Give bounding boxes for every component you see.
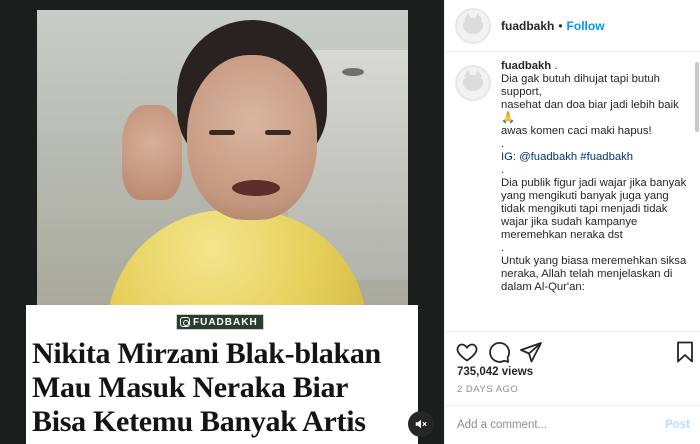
caption-hashtag-line[interactable]: IG: @fuadbakh #fuadbakh (501, 151, 692, 164)
speaker-muted-icon (415, 419, 427, 429)
follow-button[interactable]: Follow (567, 19, 605, 33)
caption-line: yang mengikuti banyak juga yang (501, 190, 669, 202)
post-comment-button[interactable]: Post (665, 419, 690, 431)
ceiling-lamp (342, 68, 364, 76)
caption-text: fuadbakh . Dia gak butuh dihujat tapi bu… (501, 60, 692, 332)
person-eye-right (265, 130, 291, 135)
caption-line: . (501, 138, 505, 150)
caption-line: Dia publik figur jadi wajar jika banyak (501, 177, 687, 189)
caption-username[interactable]: fuadbakh (501, 60, 551, 72)
cat-avatar-icon (463, 70, 483, 91)
comment-form: Add a comment... Post (445, 405, 700, 444)
caption-section: fuadbakh . Dia gak butuh dihujat tapi bu… (455, 60, 692, 332)
caption-line: dalam Al-Qur'an: (501, 281, 585, 293)
video-frame[interactable] (37, 10, 408, 305)
caption-line: awas komen caci maki hapus! (501, 125, 652, 137)
caption-scrollbar[interactable] (695, 62, 699, 132)
post-sidebar: fuadbakh • Follow fuadbakh . Dia gak but… (444, 0, 700, 444)
post-header: fuadbakh • Follow (445, 0, 700, 52)
caption-line: meremehkan neraka dst (501, 229, 623, 241)
mute-button[interactable] (408, 411, 434, 437)
views-count[interactable]: 735,042 views (457, 366, 533, 378)
instagram-icon (180, 317, 190, 327)
headline-line: Bisa Ketemu Banyak Artis (32, 405, 366, 438)
comment-icon[interactable] (487, 340, 511, 364)
caption-line: support, (501, 86, 542, 98)
caption-line: wajar jika sudah kampanye (501, 216, 638, 228)
person-eye-left (209, 130, 235, 135)
cat-avatar-icon (463, 12, 483, 34)
person-mouth (232, 180, 280, 196)
headline-line: Nikita Mirzani Blak-blakan (32, 337, 381, 370)
brand-tag-label: FUADBAKH (193, 316, 258, 328)
heart-icon[interactable] (455, 340, 479, 364)
post-timestamp[interactable]: 2 DAYS AGO (457, 384, 518, 395)
media-headline: Nikita Mirzani Blak-blakan Mau Masuk Ner… (32, 337, 422, 439)
caption-line: . (501, 164, 505, 176)
post-media[interactable]: FUADBAKH Nikita Mirzani Blak-blakan Mau … (0, 0, 444, 444)
caption-line: . (501, 242, 505, 254)
header-username[interactable]: fuadbakh (501, 19, 554, 33)
brand-tag: FUADBAKH (176, 314, 264, 330)
person-hand (122, 105, 182, 200)
caption-emoji: 🙏 (501, 112, 516, 124)
headline-line: Mau Masuk Neraka Biar (32, 371, 349, 404)
caption-line: neraka, Allah telah menjelaskan di (501, 268, 673, 280)
caption-line: Untuk yang biasa meremehkan siksa (501, 255, 687, 267)
media-caption-card: FUADBAKH Nikita Mirzani Blak-blakan Mau … (26, 305, 418, 444)
avatar[interactable] (455, 7, 491, 44)
caption-line: . (554, 60, 558, 72)
comment-input[interactable]: Add a comment... (457, 419, 665, 431)
caption-line: nasehat dan doa biar jadi lebih baik (501, 99, 679, 111)
share-icon[interactable] (519, 340, 543, 364)
caption-avatar[interactable] (455, 65, 491, 101)
caption-line: tidak mengikuti tapi menjadi tidak (501, 203, 668, 215)
bookmark-icon[interactable] (673, 340, 697, 364)
separator-dot: • (558, 18, 563, 33)
caption-line: Dia gak butuh dihujat tapi butuh (501, 73, 660, 85)
